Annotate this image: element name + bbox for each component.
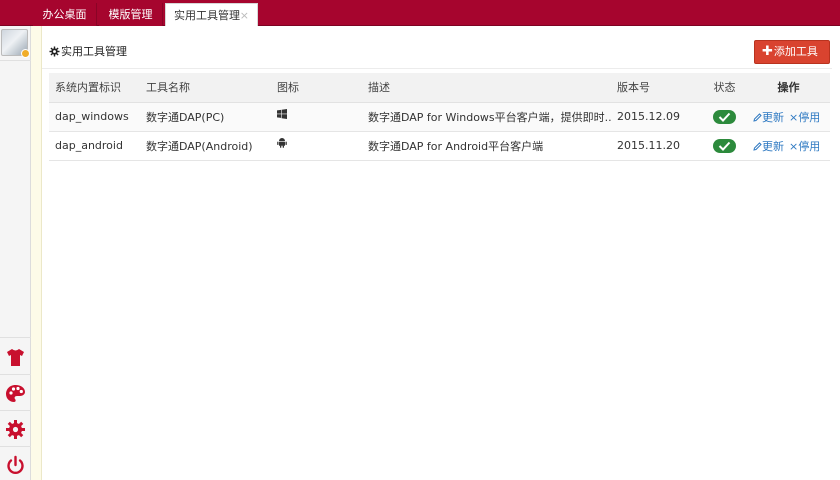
status-badge[interactable] [713,109,736,124]
cell-id: dap_android [49,131,140,161]
status-badge[interactable] [713,138,736,153]
tools-table: 系统内置标识 工具名称 图标 描述 版本号 状态 操作 dap_windows … [49,73,830,161]
top-tab-bar: 办公桌面 模版管理 实用工具管理 × [0,0,840,26]
close-icon: × [789,110,799,124]
divider [0,446,31,447]
add-tool-label: 添加工具 [773,45,818,58]
cell-version: 2015.12.09 [611,102,702,132]
tshirt-icon[interactable] [4,346,27,369]
check-icon [718,112,731,122]
column-header-actions: 操作 [747,73,830,103]
column-header-status[interactable]: 状态 [702,73,747,103]
cell-actions: 更新 ×停用 [747,102,830,132]
panel-header: 实用工具管理 ✚添加工具 [42,40,832,64]
close-icon[interactable]: × [240,4,249,27]
update-link[interactable]: 更新 [753,111,784,124]
divider [0,337,31,338]
cell-description: 数字通DAP for Android平台客户端 [362,131,611,161]
cell-name: 数字通DAP(PC) [140,102,271,132]
left-sidebar [0,26,31,480]
palette-icon[interactable] [4,382,27,405]
check-icon [718,141,731,151]
divider [0,374,31,375]
cell-name: 数字通DAP(Android) [140,131,271,161]
divider [0,410,31,411]
plus-icon: ✚ [762,44,773,59]
tab-utility-tools-label: 实用工具管理 [174,9,240,22]
tab-utility-tools[interactable]: 实用工具管理 × [165,3,258,26]
disable-link[interactable]: ×停用 [789,140,820,153]
column-header-name[interactable]: 工具名称 [140,73,271,103]
cell-actions: 更新 ×停用 [747,131,830,161]
cell-icon [271,131,362,161]
cell-description: 数字通DAP for Windows平台客户端，提供即时... [362,102,611,132]
table-row[interactable]: dap_windows 数字通DAP(PC) 数字通DAP for Window… [49,102,830,132]
page-title-text: 实用工具管理 [61,45,127,58]
tab-office-desktop[interactable]: 办公桌面 [33,3,97,26]
cell-id: dap_windows [49,102,140,132]
windows-icon [277,108,287,119]
column-header-version[interactable]: 版本号 [611,73,702,103]
disable-label: 停用 [798,139,821,153]
cell-status [702,131,747,161]
gear-icon [49,46,60,57]
cell-icon [271,102,362,132]
update-label: 更新 [762,139,784,153]
disable-label: 停用 [798,110,821,124]
gear-icon[interactable] [4,418,27,441]
divider [0,60,31,61]
pencil-icon [753,112,762,122]
disable-link[interactable]: ×停用 [789,111,820,124]
column-header-description[interactable]: 描述 [362,73,611,103]
main-panel: 实用工具管理 ✚添加工具 系统内置标识 工具名称 图标 描述 版本号 状态 操作… [42,26,840,480]
table-header-row: 系统内置标识 工具名称 图标 描述 版本号 状态 操作 [49,73,830,103]
add-tool-button[interactable]: ✚添加工具 [754,40,830,64]
close-icon: × [789,139,799,153]
column-header-id[interactable]: 系统内置标识 [49,73,140,103]
table-row[interactable]: dap_android 数字通DAP(Android) 数字通DAP for A… [49,131,830,161]
divider [42,68,832,69]
status-dot [21,49,30,58]
pencil-icon [753,141,762,151]
update-link[interactable]: 更新 [753,140,784,153]
page-title: 实用工具管理 [49,43,127,59]
column-header-icon[interactable]: 图标 [271,73,362,103]
cell-version: 2015.11.20 [611,131,702,161]
cell-status [702,102,747,132]
avatar[interactable] [1,29,30,58]
tab-template-management[interactable]: 模版管理 [99,3,163,26]
side-strip [31,26,42,480]
update-label: 更新 [762,110,784,124]
android-icon [277,138,287,148]
power-icon[interactable] [4,454,27,477]
